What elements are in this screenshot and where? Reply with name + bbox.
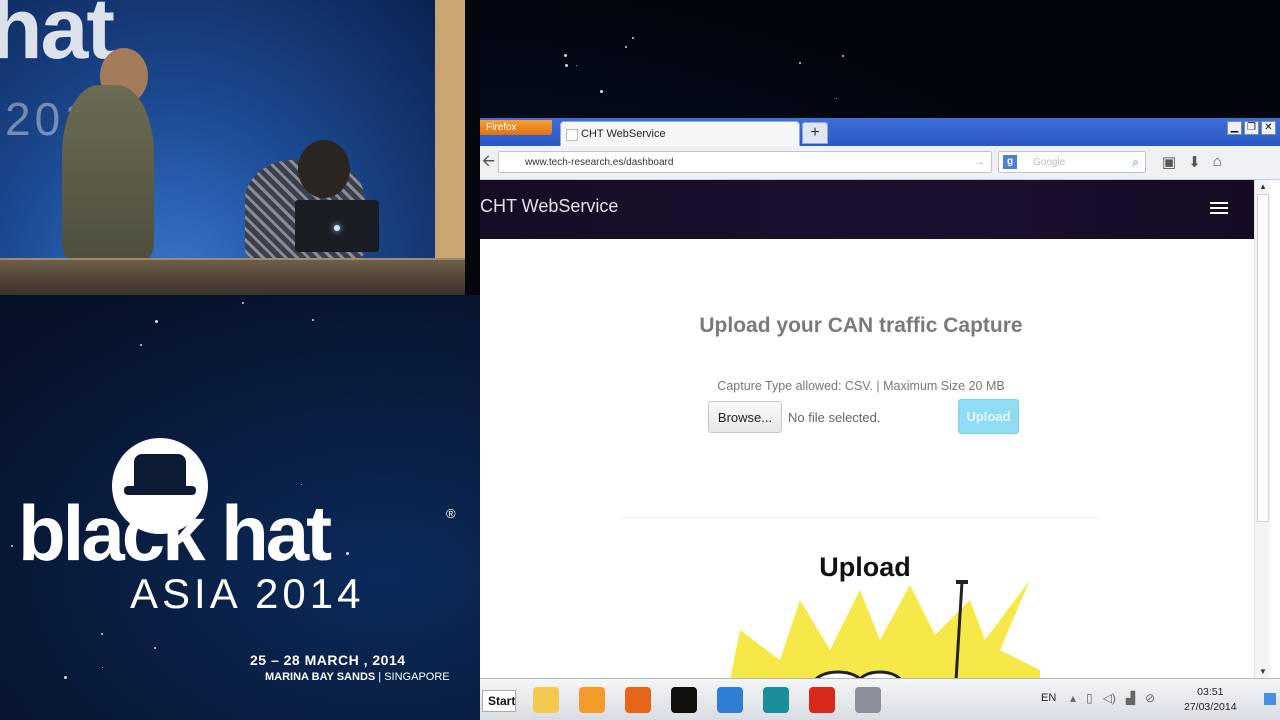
firefox-icon: [625, 687, 651, 713]
clock[interactable]: 03:51 27/03/2014: [1184, 685, 1237, 715]
registered-mark: ®: [446, 506, 456, 521]
search-tool-icon: [855, 687, 881, 713]
new-tab-button[interactable]: +: [802, 122, 828, 144]
bookmarks-icon[interactable]: ▣: [1162, 153, 1176, 171]
video-banner-text: hat: [0, 0, 115, 77]
tab-cht-webservice[interactable]: CHT WebService: [560, 121, 800, 146]
scrollbar-thumb[interactable]: [1257, 194, 1269, 522]
presenter-1: [62, 85, 154, 260]
presenter-video: hat 2014: [0, 0, 480, 295]
page-title: Upload your CAN traffic Capture: [699, 314, 1023, 337]
star: [564, 64, 568, 68]
search-placeholder: Google: [1033, 157, 1066, 168]
star: [563, 54, 567, 58]
presentation-table: [0, 258, 465, 295]
show-desktop-button[interactable]: [1264, 693, 1276, 705]
star: [835, 97, 837, 99]
star: [312, 319, 315, 322]
star: [632, 37, 635, 40]
language-indicator[interactable]: EN: [1041, 692, 1056, 704]
address-bar-text: www.tech-research.es/dashboard: [525, 157, 674, 168]
can-tool-icon: [809, 687, 835, 713]
site-header: CHT WebService: [480, 180, 1254, 239]
browse-button[interactable]: Browse...: [708, 401, 782, 433]
taskbar-app-virtual-machine[interactable]: [712, 683, 748, 717]
search-engine-icon[interactable]: g: [1003, 155, 1017, 169]
minimize-button[interactable]: ▁: [1227, 121, 1242, 135]
logo-edition: ASIA 2014: [130, 570, 365, 617]
star: [841, 55, 844, 58]
video-shadow: [465, 0, 480, 295]
file-status: No file selected.: [788, 410, 881, 425]
star: [625, 46, 628, 49]
venue-city: SINGAPORE: [384, 671, 450, 683]
start-button[interactable]: Start: [482, 690, 516, 712]
taskbar-app-explorer[interactable]: [528, 683, 564, 717]
navigation-toolbar: 🡨 www.tech-research.es/dashboard → g Goo…: [480, 146, 1280, 180]
explorer-icon: [533, 687, 559, 713]
section-divider: [620, 517, 1100, 518]
taskbar: Start EN ▴ ▯ ◁) ▟ ⊘ 03:51 27/03/2014: [480, 678, 1280, 720]
page-viewport: CHT WebService Upload your CAN traffic C…: [480, 180, 1254, 678]
window-controls: ▁ ❐ ✕: [1227, 121, 1276, 135]
taskbar-app-can-tool[interactable]: [804, 683, 840, 717]
close-button[interactable]: ✕: [1261, 121, 1276, 135]
clock-time: 03:51: [1197, 686, 1224, 698]
address-bar[interactable]: www.tech-research.es/dashboard →: [498, 151, 992, 173]
system-tray: ▴ ▯ ◁) ▟ ⊘: [1070, 691, 1155, 705]
apple-logo-icon: [334, 225, 340, 231]
logo-wordmark: black hat: [18, 489, 332, 577]
search-input[interactable]: g Google ⌕: [998, 151, 1146, 173]
section-title: Upload: [819, 552, 911, 582]
go-arrow-icon[interactable]: →: [974, 156, 985, 168]
virtual-machine-icon: [717, 687, 743, 713]
blackhat-logo: black hat ® ASIA 2014 25 – 28 MARCH , 20…: [0, 430, 480, 720]
venue-name: MARINA BAY SANDS: [265, 671, 376, 683]
upload-hint: Capture Type allowed: CSV. | Maximum Siz…: [717, 379, 1005, 393]
scroll-up-icon[interactable]: ▲: [1258, 182, 1268, 191]
event-venue: MARINA BAY SANDS | SINGAPORE: [265, 671, 450, 683]
upload-button[interactable]: Upload: [958, 399, 1019, 434]
media-player-icon: [579, 687, 605, 713]
site-brand[interactable]: CHT WebService: [480, 196, 618, 217]
taskbar-app-search-tool[interactable]: [850, 683, 886, 717]
window-titlebar: Firefox CHT WebService + ▁ ❐ ✕: [480, 118, 1280, 146]
star: [798, 62, 801, 65]
vertical-scrollbar[interactable]: ▲ ▼: [1254, 180, 1270, 678]
presenter-2-head: [298, 140, 350, 198]
clock-date: 27/03/2014: [1184, 701, 1237, 713]
usb-icon[interactable]: ▯: [1086, 691, 1093, 705]
star: [242, 301, 245, 304]
volume-icon[interactable]: ◁): [1103, 691, 1116, 705]
tray-arrow-icon[interactable]: ▴: [1070, 691, 1076, 705]
taskbar-app-firefox[interactable]: [620, 683, 656, 717]
firefox-menu-button[interactable]: Firefox: [480, 120, 552, 135]
browser-window: Firefox CHT WebService + ▁ ❐ ✕ 🡨 www.tec…: [480, 118, 1280, 720]
network-icon[interactable]: ▟: [1126, 691, 1135, 705]
star: [139, 344, 142, 347]
star: [600, 90, 604, 94]
star: [154, 319, 158, 323]
taskbar-apps: [528, 683, 886, 717]
search-icon[interactable]: ⌕: [1132, 155, 1139, 170]
taskbar-app-media-player[interactable]: [574, 683, 610, 717]
arduino-icon: [763, 687, 789, 713]
event-dates: 25 – 28 MARCH , 2014: [250, 652, 406, 668]
taskbar-app-arduino[interactable]: [758, 683, 794, 717]
home-icon[interactable]: ⌂: [1213, 153, 1222, 171]
terminal-icon: [671, 687, 697, 713]
venue-separator: |: [378, 671, 382, 683]
toolbar-icons: ▣ ⬇ ⌂: [1162, 153, 1222, 171]
laptop: [295, 200, 379, 252]
hamburger-menu-icon[interactable]: [1204, 196, 1234, 220]
power-icon[interactable]: ⊘: [1145, 691, 1155, 705]
taskbar-app-terminal[interactable]: [666, 683, 702, 717]
stage: hat 2014 black hat ® ASIA 2014 25 – 28 M…: [0, 0, 1280, 720]
scroll-down-icon[interactable]: ▼: [1258, 667, 1268, 676]
download-icon[interactable]: ⬇: [1188, 153, 1201, 171]
upload-illustration: [730, 580, 1040, 678]
star: [576, 64, 578, 66]
restore-button[interactable]: ❐: [1244, 121, 1259, 135]
